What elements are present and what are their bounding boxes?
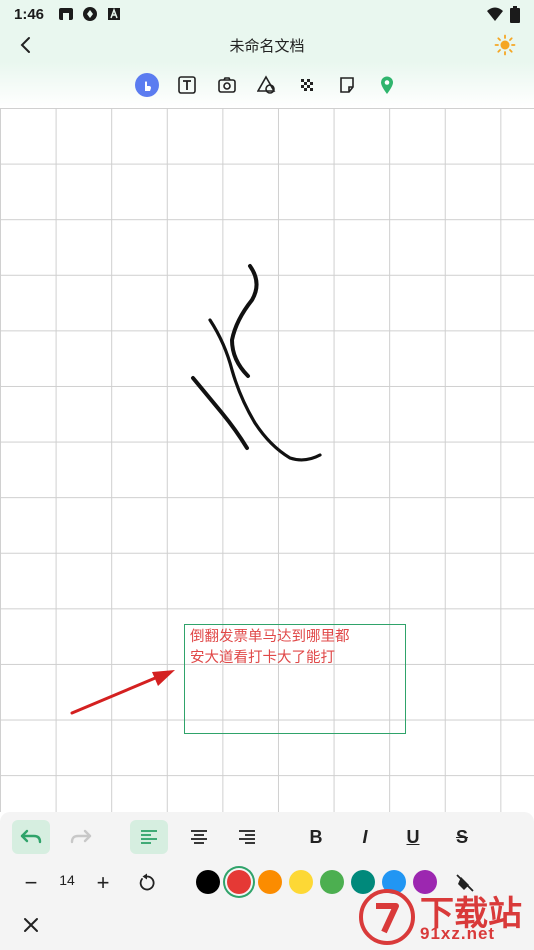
pen-strokes: [191, 264, 322, 462]
status-bar: 1:46: [0, 0, 534, 28]
redo-icon: [70, 829, 92, 844]
camera-icon: [218, 77, 236, 93]
sticky-note-tool-button[interactable]: [335, 73, 359, 97]
pen-stroke: [230, 264, 259, 378]
site-watermark: 下载站 91xz.net: [358, 886, 528, 946]
color-swatch[interactable]: [227, 870, 251, 894]
format-row: B I U S: [0, 820, 534, 856]
color-swatch[interactable]: [320, 870, 344, 894]
format-panel: B I U S − 14 + 下载站 91xz.net: [0, 812, 534, 950]
notification-sync-icon: [83, 7, 98, 21]
color-swatch[interactable]: [196, 870, 220, 894]
text-annotation-line: 安大道看打卡大了能打: [190, 650, 335, 666]
close-panel-icon[interactable]: [18, 912, 44, 938]
theme-sun-icon[interactable]: [494, 34, 516, 56]
status-time: 1:46: [14, 5, 45, 23]
touch-tool-button[interactable]: [135, 73, 159, 97]
mosaic-tool-button[interactable]: [295, 73, 319, 97]
font-size-value: 14: [59, 872, 75, 888]
camera-tool-button[interactable]: [215, 73, 239, 97]
strikethrough-label: S: [455, 826, 468, 847]
bold-button[interactable]: B: [297, 820, 335, 854]
decrease-size-button[interactable]: −: [12, 866, 50, 900]
minus-label: −: [24, 870, 38, 895]
sticky-note-icon: [340, 77, 354, 93]
touch-icon: [145, 81, 151, 91]
notification-app-icon: [59, 8, 74, 20]
document-title: 未命名文档: [229, 36, 305, 55]
color-swatch[interactable]: [289, 870, 313, 894]
align-left-icon: [141, 830, 157, 844]
arrow-annotation: [70, 670, 175, 715]
drawing-canvas[interactable]: 倒翻发票单马达到哪里都 安大道看打卡大了能打: [0, 108, 534, 812]
tool-strip: [0, 62, 534, 108]
align-left-button[interactable]: [130, 820, 168, 854]
underline-button[interactable]: U: [394, 820, 432, 854]
align-right-button[interactable]: [228, 820, 266, 854]
undo-button[interactable]: [12, 820, 50, 854]
location-tool-button[interactable]: [375, 73, 399, 97]
text-annotation-line: 倒翻发票单马达到哪里都: [190, 629, 350, 645]
align-center-button[interactable]: [180, 820, 218, 854]
underline-label: U: [406, 826, 420, 847]
strikethrough-button[interactable]: S: [443, 820, 481, 854]
color-swatch[interactable]: [258, 870, 282, 894]
app-header: 未命名文档: [0, 28, 534, 62]
watermark-site: 91xz.net: [420, 924, 496, 943]
text-annotation-box[interactable]: 倒翻发票单马达到哪里都 安大道看打卡大了能打: [184, 624, 406, 734]
watermark-logo: [359, 889, 415, 945]
increase-size-button[interactable]: +: [84, 866, 122, 900]
battery-icon: [510, 5, 520, 23]
align-right-icon: [239, 830, 255, 844]
text-tool-button[interactable]: [175, 73, 199, 97]
mosaic-icon: [301, 79, 313, 91]
shapes-icon: [257, 75, 276, 94]
plus-label: +: [96, 870, 110, 895]
undo-icon: [20, 829, 42, 844]
italic-button[interactable]: I: [346, 820, 384, 854]
arrow-head: [152, 670, 175, 686]
arrow-line: [70, 674, 162, 715]
shapes-tool-button[interactable]: [255, 73, 279, 97]
italic-label: I: [362, 826, 368, 847]
bold-label: B: [309, 826, 323, 847]
back-arrow-icon[interactable]: [14, 33, 38, 57]
redo-button[interactable]: [62, 820, 100, 854]
text-icon: [178, 76, 196, 94]
wifi-icon: [487, 7, 503, 21]
align-center-icon: [191, 830, 207, 844]
pen-stroke: [208, 318, 322, 462]
location-icon: [381, 76, 393, 94]
reset-icon: [139, 873, 155, 891]
notification-a-icon: [108, 7, 121, 20]
reset-button[interactable]: [128, 866, 166, 900]
